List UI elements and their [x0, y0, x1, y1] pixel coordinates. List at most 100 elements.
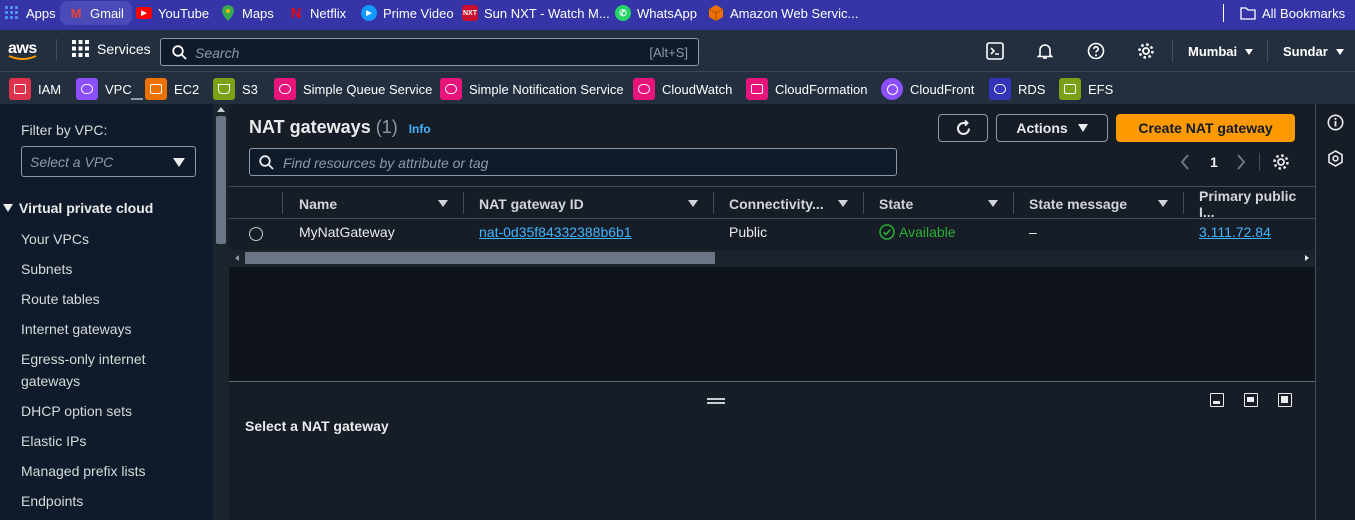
scroll-left-arrow-icon[interactable]	[235, 255, 239, 261]
bookmark-apps[interactable]: Apps	[4, 0, 56, 26]
favorite-cloudformation[interactable]: CloudFormation	[746, 78, 868, 100]
favorite-iam[interactable]: IAM	[9, 78, 61, 100]
bookmark-whatsapp[interactable]: ✆ WhatsApp	[615, 0, 697, 26]
bookmark-gmail[interactable]: M Gmail	[60, 1, 132, 25]
section-virtual-private-cloud[interactable]: Virtual private cloud	[3, 200, 153, 216]
favorite-cloudwatch[interactable]: CloudWatch	[633, 78, 732, 100]
favorite-sns[interactable]: Simple Notification Service	[440, 78, 624, 100]
services-menu-button[interactable]: Services	[72, 40, 151, 57]
sidebar-item-internet-gateways[interactable]: Internet gateways	[21, 321, 132, 337]
table-preferences-gear-icon[interactable]	[1272, 153, 1290, 171]
bookmark-aws[interactable]: Amazon Web Servic...	[708, 0, 858, 26]
table-empty-area	[229, 267, 1315, 381]
sidebar-item-elastic-ips[interactable]: Elastic IPs	[21, 433, 86, 449]
settings-gear-icon[interactable]	[1137, 42, 1155, 65]
sidebar-item-egress-only-gateways[interactable]: Egress-only internet	[21, 351, 146, 367]
status-check-icon	[879, 224, 895, 240]
favorite-sqs[interactable]: Simple Queue Service	[274, 78, 432, 100]
cloudshell-icon[interactable]	[986, 42, 1004, 65]
cell-name: MyNatGateway	[299, 224, 395, 240]
current-page[interactable]: 1	[1210, 154, 1218, 170]
aws-cube-icon	[708, 5, 724, 21]
all-bookmarks-button[interactable]: All Bookmarks	[1240, 0, 1345, 26]
create-nat-gateway-button[interactable]: Create NAT gateway	[1116, 114, 1295, 142]
favorite-vpc[interactable]: VPC	[76, 78, 132, 100]
panel-position-side-icon[interactable]	[1244, 393, 1258, 407]
refresh-icon	[956, 119, 970, 135]
next-page-icon[interactable]	[1236, 154, 1246, 170]
table-horizontal-scrollbar[interactable]	[229, 250, 1315, 267]
filter-vpc-placeholder: Select a VPC	[30, 154, 114, 170]
sidebar-scrollbar-thumb[interactable]	[216, 116, 226, 244]
row-select-radio[interactable]	[249, 227, 263, 241]
column-header-name[interactable]: Name	[299, 190, 337, 218]
bookmark-youtube[interactable]: ▶ YouTube	[136, 0, 209, 26]
drag-handle-icon[interactable]	[707, 398, 725, 404]
sidebar-item-endpoints[interactable]: Endpoints	[21, 493, 83, 509]
feature-prompt-icon[interactable]	[1327, 150, 1344, 167]
search-placeholder: Search	[195, 45, 240, 61]
bookmarks-divider	[1223, 4, 1224, 22]
sort-caret-icon[interactable]	[688, 200, 698, 207]
refresh-button[interactable]	[938, 114, 988, 142]
sidebar-navigation: Filter by VPC: Select a VPC Virtual priv…	[0, 104, 213, 520]
sidebar-item-subnets[interactable]: Subnets	[21, 261, 72, 277]
column-header-nat-gateway-id[interactable]: NAT gateway ID	[479, 190, 584, 218]
bookmark-label: Gmail	[90, 5, 124, 21]
favorite-rds[interactable]: RDS	[989, 78, 1045, 100]
bookmark-label: Apps	[26, 5, 56, 21]
aws-logo[interactable]: aws	[8, 40, 37, 60]
sort-caret-icon[interactable]	[838, 200, 848, 207]
sun-nxt-icon: NXT	[462, 5, 478, 21]
bookmark-prime-video[interactable]: ▶ Prime Video	[361, 0, 454, 26]
right-tools-rail	[1315, 104, 1355, 520]
horizontal-scrollbar-thumb[interactable]	[245, 252, 715, 264]
help-icon[interactable]	[1087, 42, 1105, 65]
prev-page-icon[interactable]	[1180, 154, 1190, 170]
favorite-efs[interactable]: EFS	[1059, 78, 1113, 100]
resource-filter-input[interactable]: Find resources by attribute or tag	[249, 148, 897, 176]
cell-nat-gateway-id-link[interactable]: nat-0d35f84332388b6b1	[479, 224, 632, 240]
column-header-connectivity[interactable]: Connectivity...	[729, 190, 824, 218]
column-label: Primary public I...	[1199, 188, 1297, 220]
info-link[interactable]: Info	[409, 122, 431, 136]
column-divider	[1013, 192, 1014, 214]
global-search-input[interactable]: Search [Alt+S]	[160, 38, 699, 66]
bookmark-netflix[interactable]: N Netflix	[288, 0, 347, 26]
account-menu[interactable]: Sundar	[1283, 44, 1344, 59]
panel-position-bottom-icon[interactable]	[1210, 393, 1224, 407]
caret-down-icon	[1077, 124, 1088, 132]
all-bookmarks-label: All Bookmarks	[1262, 5, 1346, 21]
services-grid-icon	[72, 40, 89, 57]
bookmark-maps[interactable]: Maps	[220, 0, 274, 26]
column-header-primary-public-ip[interactable]: Primary public I...	[1199, 188, 1315, 220]
sidebar-item-route-tables[interactable]: Route tables	[21, 291, 100, 307]
favorite-ec2[interactable]: EC2	[145, 78, 199, 100]
sidebar-scrollbar[interactable]	[213, 104, 229, 520]
favorite-label: CloudFront	[910, 81, 975, 97]
column-header-state-message[interactable]: State message	[1029, 190, 1127, 218]
sidebar-item-egress-only-gateways-line2[interactable]: gateways	[21, 373, 80, 389]
favorite-s3[interactable]: S3	[213, 78, 258, 100]
column-header-state[interactable]: State	[879, 190, 913, 218]
sidebar-item-managed-prefix-lists[interactable]: Managed prefix lists	[21, 463, 146, 479]
region-selector[interactable]: Mumbai	[1188, 44, 1254, 59]
panel-maximize-icon[interactable]	[1278, 393, 1292, 407]
sidebar-item-dhcp-option-sets[interactable]: DHCP option sets	[21, 403, 132, 419]
sort-caret-icon[interactable]	[438, 200, 448, 207]
actions-dropdown-button[interactable]: Actions	[996, 114, 1108, 142]
filter-vpc-select[interactable]: Select a VPC	[21, 146, 196, 177]
info-panel-icon[interactable]	[1327, 114, 1344, 131]
sidebar-item-your-vpcs[interactable]: Your VPCs	[21, 231, 89, 247]
scroll-right-arrow-icon[interactable]	[1305, 255, 1309, 261]
favorite-cloudfront[interactable]: CloudFront	[881, 78, 974, 100]
scroll-up-arrow-icon[interactable]	[217, 107, 225, 112]
cell-public-ip-link[interactable]: 3.111.72.84	[1199, 224, 1271, 240]
nav-divider	[1172, 40, 1173, 62]
bookmark-sun-nxt[interactable]: NXT Sun NXT - Watch M...	[462, 0, 610, 26]
sort-caret-icon[interactable]	[1158, 200, 1168, 207]
notifications-bell-icon[interactable]	[1036, 42, 1054, 65]
favorite-label: Simple Queue Service	[303, 81, 433, 97]
sort-caret-icon[interactable]	[988, 200, 998, 207]
search-icon	[172, 45, 187, 60]
